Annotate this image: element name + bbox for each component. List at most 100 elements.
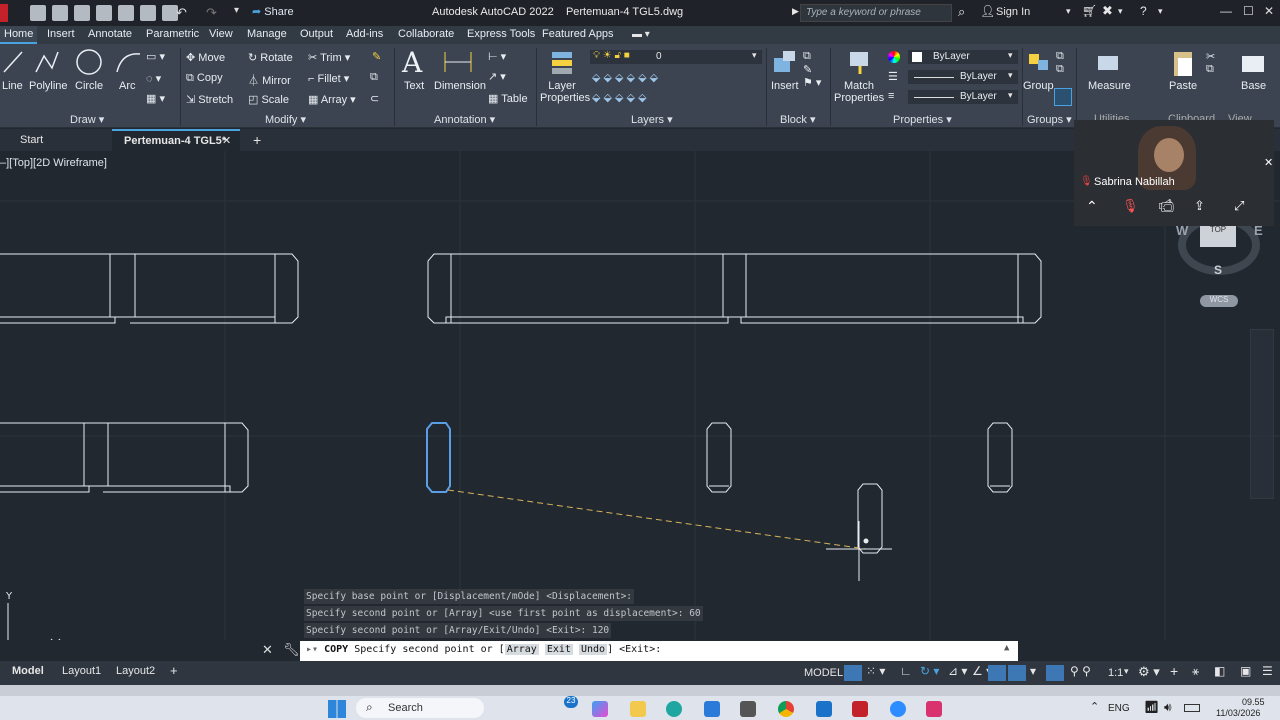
rotate-button[interactable]: ↻ Rotate <box>248 51 293 64</box>
chair-copy-2[interactable] <box>987 422 1013 493</box>
option-undo[interactable]: Undo <box>578 644 608 655</box>
model-space-button[interactable]: MODEL <box>804 667 843 679</box>
user-icon[interactable]: 👤︎ <box>980 4 995 18</box>
tray-chevron-icon[interactable]: ⌃ <box>1090 700 1099 713</box>
file-explorer-icon[interactable] <box>630 701 646 717</box>
layer-tools-row1-icon[interactable]: ⬙ ⬙ ⬙ ⬙ ⬙ ⬙ <box>592 71 658 84</box>
arc-button[interactable]: Arc <box>119 80 136 92</box>
move-button[interactable]: ✥ Move <box>186 51 225 64</box>
layer-properties-button[interactable]: Layer Properties <box>540 80 590 104</box>
help-search-input[interactable]: Type a keyword or phrase <box>800 4 952 22</box>
annotation-scale[interactable]: 1:1 <box>1108 667 1123 679</box>
zoom-icon[interactable] <box>890 701 906 717</box>
color-dropdown[interactable]: ByLayer ▾ <box>908 50 1018 64</box>
viewcube-top-face[interactable]: TOP <box>1200 223 1236 247</box>
customize-dropdown-icon[interactable]: ▾ <box>234 5 239 16</box>
open-web-icon[interactable] <box>118 5 134 21</box>
chrome-icon[interactable] <box>778 701 794 717</box>
clock-date[interactable]: 11/03/2026 <box>1216 708 1260 718</box>
volume-icon[interactable]: 🔊︎ <box>1164 700 1172 715</box>
chair-copy-1[interactable] <box>706 422 732 493</box>
tab-manage[interactable]: Manage <box>247 28 287 40</box>
command-line-input[interactable]: ▸▾ COPY Specify second point or [Array E… <box>300 641 1018 661</box>
camera-app-icon[interactable] <box>740 701 756 717</box>
copilot-icon[interactable] <box>592 701 608 717</box>
camera-icon[interactable]: 📹︎ <box>1158 198 1175 214</box>
isolate-icon[interactable]: ◧ <box>1214 664 1225 678</box>
circle-button[interactable]: Circle <box>75 80 103 92</box>
hardware-accel-icon[interactable]: ⚹ <box>1192 664 1199 679</box>
mirror-button[interactable]: ⏃ Mirror <box>248 72 291 88</box>
layer-dropdown[interactable]: 💡︎ ☀ 🔓︎ ■ 0 ▾ <box>590 50 762 64</box>
paste-button[interactable]: Paste <box>1169 80 1197 92</box>
add-layout-icon[interactable]: + <box>170 663 178 678</box>
group-button[interactable]: Group <box>1023 80 1054 92</box>
defender-icon[interactable] <box>816 701 832 717</box>
share-screen-icon[interactable]: ⇪ <box>1194 198 1205 214</box>
share-button[interactable]: ➦ Share <box>252 5 294 18</box>
copy-button[interactable]: ⧉ Copy <box>186 72 223 85</box>
annotation-plus-icon[interactable]: + <box>1170 663 1178 679</box>
linetype-dropdown[interactable]: ByLayer ▾ <box>908 70 1018 84</box>
cart-icon[interactable]: 🛒︎ <box>1082 4 1097 18</box>
maximize-icon[interactable]: ☐ <box>1243 4 1254 18</box>
save-icon[interactable] <box>74 5 90 21</box>
tab-start[interactable]: Start <box>20 134 43 146</box>
tab-active-document[interactable]: Pertemuan-4 TGL5* ✕ <box>112 129 240 151</box>
customize-command-line-icon[interactable]: 🔧︎ <box>283 642 300 658</box>
measure-button[interactable]: Measure <box>1088 80 1131 92</box>
tab-home[interactable]: Home <box>0 26 38 44</box>
workspace-gear-icon[interactable]: ⚙ ▾ <box>1138 664 1160 680</box>
hatch-icon[interactable]: ◌ ▾ <box>146 72 161 85</box>
rectangle-icon[interactable]: ▭ ▾ <box>146 50 165 63</box>
modify-panel-title[interactable]: Modify ▾ <box>265 113 306 126</box>
tab-express-tools[interactable]: Express Tools <box>467 28 535 40</box>
linear-dim-icon[interactable]: ⊢ ▾ <box>488 50 506 63</box>
viewcube-south[interactable]: S <box>1214 263 1222 277</box>
tab-parametric[interactable]: Parametric <box>146 28 199 40</box>
scale-button[interactable]: ◰ Scale <box>248 93 289 106</box>
table-button[interactable]: ▦ Table <box>488 92 528 105</box>
fillet-button[interactable]: ⌐ Fillet ▾ <box>308 72 349 85</box>
groups-panel-title[interactable]: Groups ▾ <box>1027 113 1072 126</box>
edge-icon[interactable] <box>666 701 682 717</box>
sign-in-button[interactable]: Sign In <box>996 6 1030 18</box>
dimension-button[interactable]: Dimension <box>434 80 486 92</box>
open-icon[interactable] <box>52 5 68 21</box>
customize-statusbar-icon[interactable]: ☰ <box>1262 664 1273 678</box>
annotation-monitor-icon[interactable]: ▾ <box>1030 664 1036 678</box>
tab-add-ins[interactable]: Add-ins <box>346 28 383 40</box>
search-expand-icon[interactable]: ▶ <box>792 6 799 17</box>
language-indicator[interactable]: ENG <box>1108 703 1130 714</box>
layout-tab-layout1[interactable]: Layout1 <box>62 665 101 677</box>
autoscale-icon[interactable]: ⚲ ⚲ <box>1070 664 1091 678</box>
autocad-taskbar-icon[interactable] <box>852 701 868 717</box>
scale-dropdown-icon[interactable]: ▾ <box>1124 666 1129 677</box>
annotation-panel-title[interactable]: Annotation ▾ <box>434 113 495 126</box>
array-button[interactable]: ▦ Array ▾ <box>308 93 356 106</box>
gradient-icon[interactable]: ▦ ▾ <box>146 92 165 105</box>
lineweight-toggle-icon[interactable] <box>988 665 1006 681</box>
base-button[interactable]: Base <box>1241 80 1266 92</box>
windows-start-icon[interactable] <box>328 700 346 718</box>
close-tab-icon[interactable]: ✕ <box>222 134 231 147</box>
tab-featured-apps[interactable]: Featured Apps <box>542 28 614 40</box>
new-tab-icon[interactable]: + <box>253 132 261 148</box>
store-icon[interactable] <box>704 701 720 717</box>
autocad-logo-icon[interactable] <box>0 4 8 22</box>
line-button[interactable]: Line <box>2 80 23 92</box>
help-icon[interactable]: ? <box>1140 4 1147 18</box>
properties-panel-title[interactable]: Properties ▾ <box>893 113 952 126</box>
match-properties-button[interactable]: Match Properties <box>834 80 884 104</box>
stay-connected-dropdown-icon[interactable]: ▾ <box>1118 6 1123 17</box>
insert-button[interactable]: Insert <box>771 80 799 92</box>
tab-output[interactable]: Output <box>300 28 333 40</box>
layers-panel-title[interactable]: Layers ▾ <box>631 113 673 126</box>
battery-icon[interactable] <box>1184 704 1200 712</box>
lineweight-dropdown[interactable]: ByLayer ▾ <box>908 90 1018 104</box>
tab-collaborate[interactable]: Collaborate <box>398 28 454 40</box>
clipboard-tools-icon[interactable]: ✂ ⧉ <box>1206 50 1215 76</box>
grid-toggle-icon[interactable] <box>844 665 862 681</box>
new-icon[interactable] <box>30 5 46 21</box>
snap-icon[interactable]: ⁙ ▾ <box>866 664 885 678</box>
